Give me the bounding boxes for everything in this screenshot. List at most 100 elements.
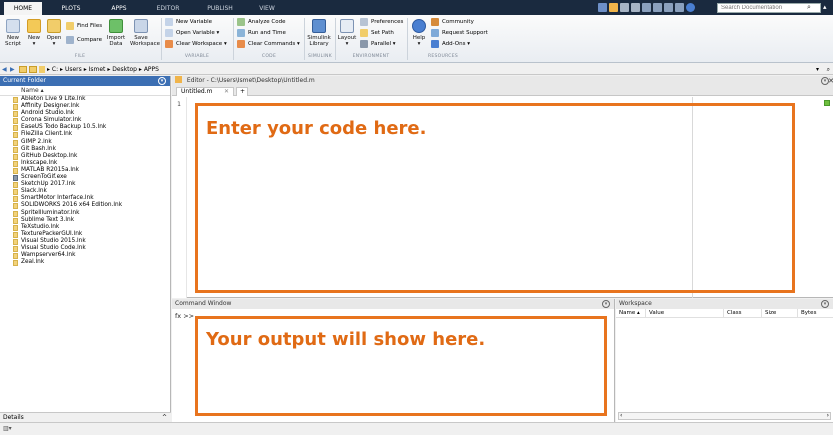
command-prompt[interactable]: fx >>: [175, 312, 194, 320]
switch-windows-icon[interactable]: [664, 3, 673, 12]
file-icon: [13, 139, 18, 146]
address-dropdown-icon[interactable]: ▾: [816, 64, 819, 75]
file-list-item[interactable]: Corona Simulator.lnk: [0, 117, 170, 125]
open-variable-button[interactable]: Open Variable ▾: [165, 28, 219, 37]
file-list-item[interactable]: Android Studio.lnk: [0, 110, 170, 118]
file-list-item[interactable]: Ableton Live 9 Lite.lnk: [0, 96, 170, 103]
file-name-label: SketchUp 2017.lnk: [21, 181, 76, 188]
column-class[interactable]: Class: [724, 309, 762, 318]
panel-actions-icon[interactable]: ▾: [158, 77, 166, 85]
simulink-library-button[interactable]: Simulink Library: [306, 19, 332, 47]
search-documentation-input[interactable]: [717, 3, 821, 13]
name-column-header[interactable]: Name ▴: [0, 86, 170, 96]
browse-folder-icon[interactable]: [29, 66, 37, 73]
collapse-toolstrip-icon[interactable]: ▴: [823, 3, 827, 12]
file-list-item[interactable]: GIMP 2.lnk: [0, 139, 170, 146]
layout-icon[interactable]: [675, 3, 684, 12]
file-list-item[interactable]: TexturePackerGUI.lnk: [0, 231, 170, 238]
request-support-icon: [431, 28, 439, 37]
copy-icon[interactable]: [620, 3, 629, 12]
file-list-item[interactable]: SketchUp 2017.lnk: [0, 181, 170, 189]
close-icon[interactable]: ✕: [828, 76, 833, 86]
new-button[interactable]: New ▾: [25, 19, 43, 47]
set-path-button[interactable]: Set Path: [360, 28, 394, 37]
file-list-item[interactable]: Sublime Text 3.lnk: [0, 217, 170, 224]
code-analyzer-status-icon[interactable]: [824, 100, 830, 106]
open-button[interactable]: Open ▾: [45, 19, 63, 47]
search-folder-icon[interactable]: ⌕: [827, 64, 830, 75]
details-panel[interactable]: Details ^: [0, 412, 171, 422]
run-and-time-button[interactable]: Run and Time: [237, 28, 286, 37]
help-button[interactable]: Help ▾: [410, 19, 428, 47]
file-list-item[interactable]: Affinity Designer.lnk: [0, 103, 170, 111]
column-bytes[interactable]: Bytes: [798, 309, 831, 318]
breadcrumb-c[interactable]: C:: [52, 66, 58, 73]
tab-editor[interactable]: EDITOR: [148, 2, 188, 15]
horizontal-scrollbar[interactable]: ‹ ›: [618, 412, 831, 420]
file-list-item[interactable]: SmartMotor Interface.lnk: [0, 195, 170, 203]
parallel-button[interactable]: Parallel ▾: [360, 39, 396, 48]
file-list-item[interactable]: FileZilla Client.lnk: [0, 131, 170, 139]
file-list-item[interactable]: EaseUS Todo Backup 10.5.lnk: [0, 124, 170, 132]
file-list-item[interactable]: Inkscape.lnk: [0, 160, 170, 167]
file-list-item[interactable]: Wampserver64.lnk: [0, 252, 170, 260]
file-list-item[interactable]: GitHub Desktop.lnk: [0, 153, 170, 160]
file-list-item[interactable]: ScreenToGif.exe: [0, 174, 170, 182]
breadcrumb-users[interactable]: Users: [65, 66, 82, 73]
file-list: Ableton Live 9 Lite.lnk Affinity Designer…: [0, 96, 170, 267]
forward-arrow-icon[interactable]: ▶: [10, 64, 15, 75]
paste-icon[interactable]: [631, 3, 640, 12]
column-size[interactable]: Size: [762, 309, 798, 318]
add-ons-button[interactable]: Add-Ons ▾: [431, 39, 470, 48]
column-name[interactable]: Name ▴: [616, 309, 646, 318]
scroll-left-icon[interactable]: ‹: [620, 413, 622, 419]
file-list-item[interactable]: Visual Studio Code.lnk: [0, 245, 170, 252]
redo-icon[interactable]: [653, 3, 662, 12]
tab-publish[interactable]: PUBLISH: [200, 2, 240, 15]
layout-button[interactable]: Layout ▾: [337, 19, 357, 47]
file-list-item[interactable]: Visual Studio 2015.lnk: [0, 238, 170, 245]
file-list-item[interactable]: SpriteIlluminator.lnk: [0, 210, 170, 217]
new-tab-button[interactable]: +: [236, 87, 248, 96]
tab-view[interactable]: VIEW: [252, 2, 282, 15]
tab-plots[interactable]: PLOTS: [52, 2, 90, 15]
cut-icon[interactable]: [609, 3, 618, 12]
panel-actions-icon[interactable]: ▾: [602, 300, 610, 308]
file-list-item[interactable]: MATLAB R2015a.lnk: [0, 167, 170, 174]
compare-button[interactable]: Compare: [66, 35, 102, 44]
tab-untitled-m[interactable]: Untitled.m ✕: [176, 87, 234, 96]
tab-apps[interactable]: APPS: [100, 2, 138, 15]
save-workspace-button[interactable]: Save Workspace: [130, 19, 160, 47]
new-variable-button[interactable]: New Variable: [165, 17, 212, 26]
analyze-code-button[interactable]: Analyze Code: [237, 17, 286, 26]
find-files-button[interactable]: Find Files: [66, 21, 102, 30]
close-tab-icon[interactable]: ✕: [224, 88, 229, 96]
tab-home[interactable]: HOME: [4, 2, 42, 15]
back-arrow-icon[interactable]: ◀: [2, 64, 7, 75]
panel-actions-icon[interactable]: ▾: [821, 300, 829, 308]
file-list-item[interactable]: SOLIDWORKS 2016 x64 Edition.lnk: [0, 202, 170, 210]
search-icon[interactable]: ⌕: [807, 3, 811, 12]
scroll-right-icon[interactable]: ›: [827, 413, 829, 419]
new-script-button[interactable]: New Script: [3, 19, 23, 47]
preferences-button[interactable]: Preferences: [360, 17, 403, 26]
file-list-item[interactable]: Git Bash.lnk: [0, 146, 170, 153]
help-icon[interactable]: [686, 3, 695, 12]
undo-icon[interactable]: [642, 3, 651, 12]
up-folder-icon[interactable]: [19, 66, 27, 73]
breadcrumb-desktop[interactable]: Desktop: [112, 66, 137, 73]
import-data-button[interactable]: Import Data: [106, 19, 126, 47]
file-list-item[interactable]: TeXstudio.lnk: [0, 224, 170, 231]
community-button[interactable]: Community: [431, 17, 474, 26]
file-list-item[interactable]: Slack.lnk: [0, 188, 170, 196]
request-support-button[interactable]: Request Support: [431, 28, 488, 37]
column-value[interactable]: Value: [646, 309, 724, 318]
breadcrumb-ismet[interactable]: Ismet: [89, 66, 106, 73]
clear-commands-button[interactable]: Clear Commands ▾: [237, 39, 300, 48]
file-icon: [13, 111, 18, 118]
breadcrumb-apps[interactable]: APPS: [144, 66, 159, 73]
save-icon[interactable]: [598, 3, 607, 12]
new-script-icon: [6, 19, 20, 33]
file-list-item[interactable]: Zeal.lnk: [0, 259, 170, 267]
clear-workspace-button[interactable]: Clear Workspace ▾: [165, 39, 227, 48]
